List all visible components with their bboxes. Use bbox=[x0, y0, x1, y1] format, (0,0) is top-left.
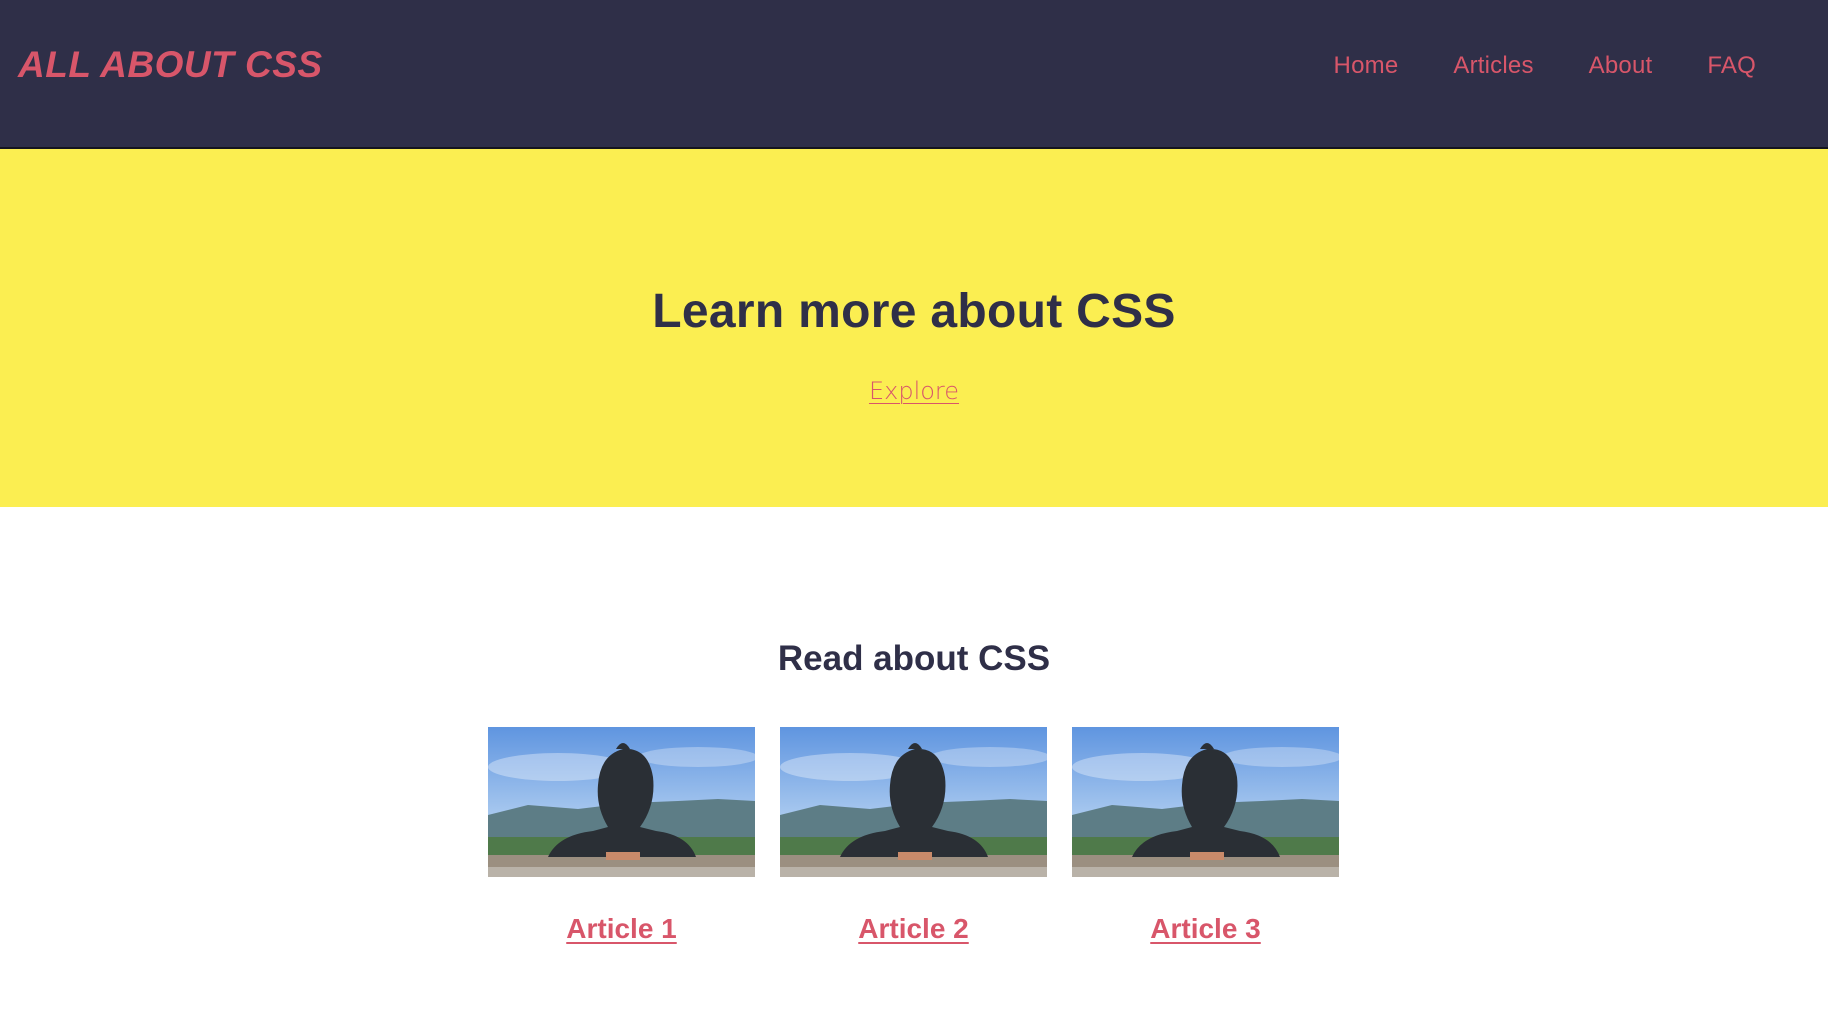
article-cards: Article 1 Article 2 Article 3 bbox=[488, 727, 1339, 945]
statue-photo-image bbox=[488, 727, 755, 877]
article-thumbnail[interactable] bbox=[488, 727, 755, 877]
main-nav: Home Articles About FAQ bbox=[1334, 52, 1756, 80]
site-header: ALL ABOUT CSS Home Articles About FAQ bbox=[0, 0, 1828, 149]
article-card: Article 3 bbox=[1072, 727, 1339, 945]
article-thumbnail[interactable] bbox=[1072, 727, 1339, 877]
nav-item-articles[interactable]: Articles bbox=[1453, 52, 1533, 80]
explore-link[interactable]: Explore bbox=[869, 377, 959, 405]
hero-section: Learn more about CSS Explore bbox=[0, 149, 1828, 507]
article-card: Article 1 bbox=[488, 727, 755, 945]
hero-title: Learn more about CSS bbox=[652, 285, 1176, 338]
nav-item-about[interactable]: About bbox=[1589, 52, 1653, 80]
statue-photo-image bbox=[780, 727, 1047, 877]
site-logo[interactable]: ALL ABOUT CSS bbox=[18, 44, 323, 86]
nav-item-faq[interactable]: FAQ bbox=[1707, 52, 1756, 80]
articles-heading: Read about CSS bbox=[777, 639, 1051, 678]
article-card: Article 2 bbox=[780, 727, 1047, 945]
article-thumbnail[interactable] bbox=[780, 727, 1047, 877]
article-title-link[interactable]: Article 1 bbox=[566, 913, 677, 945]
article-title-link[interactable]: Article 2 bbox=[858, 913, 969, 945]
hero-link-wrapper: Explore bbox=[0, 377, 1828, 405]
articles-section: Read about CSS Article 1 Article 2 Artic… bbox=[0, 507, 1828, 1033]
nav-item-home[interactable]: Home bbox=[1334, 52, 1399, 80]
article-title-link[interactable]: Article 3 bbox=[1150, 913, 1261, 945]
statue-photo-image bbox=[1072, 727, 1339, 877]
